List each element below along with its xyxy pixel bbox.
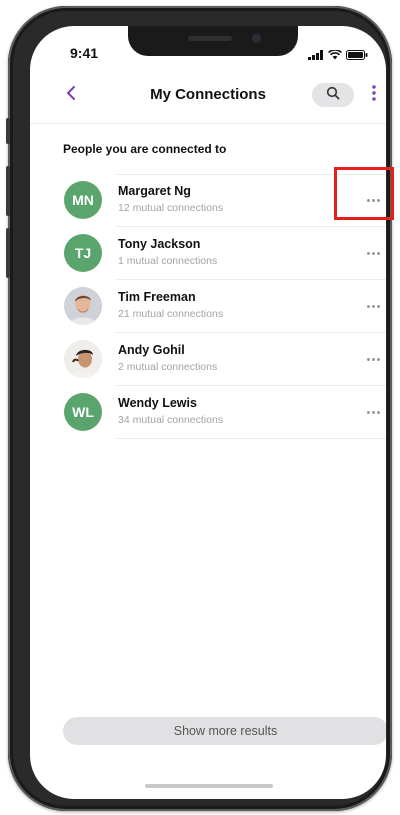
avatar: WL <box>64 393 102 431</box>
more-horizontal-icon <box>366 304 380 308</box>
connection-name: Wendy Lewis <box>118 396 197 410</box>
connection-row[interactable]: TJ Tony Jackson 1 mutual connections <box>30 227 386 280</box>
show-more-results-button[interactable]: Show more results <box>63 717 386 745</box>
status-time: 9:41 <box>70 45 99 61</box>
connection-name: Andy Gohil <box>118 343 185 357</box>
signal-icon <box>308 47 324 65</box>
more-horizontal-icon <box>366 357 380 361</box>
volume-down-button <box>6 228 10 278</box>
status-icons <box>308 47 368 65</box>
section-heading: People you are connected to <box>63 142 227 156</box>
nav-bar: My Connections <box>30 76 386 116</box>
wifi-icon <box>328 47 342 65</box>
mutual-connections-count: 34 mutual connections <box>118 414 224 426</box>
speaker <box>188 36 232 41</box>
highlight-annotation-box <box>334 167 394 220</box>
connection-more-button[interactable] <box>356 241 386 265</box>
avatar: TJ <box>64 234 102 272</box>
avatar: MN <box>64 181 102 219</box>
avatar-photo <box>64 340 102 378</box>
header-divider <box>30 123 386 124</box>
person-photo-icon <box>64 340 102 378</box>
connection-row[interactable]: MN Margaret Ng 12 mutual connections <box>30 174 386 227</box>
more-horizontal-icon <box>366 251 380 255</box>
search-icon <box>326 86 340 105</box>
connection-row[interactable]: WL Wendy Lewis 34 mutual connections <box>30 386 386 439</box>
more-vertical-icon <box>372 84 376 106</box>
home-indicator <box>145 784 273 788</box>
device-stage: 9:41 My Connections People you are conne… <box>0 0 400 815</box>
avatar-initials: MN <box>72 192 94 208</box>
person-photo-icon <box>64 287 102 325</box>
mutual-connections-count: 21 mutual connections <box>118 308 224 320</box>
notch <box>128 26 298 56</box>
connection-more-button[interactable] <box>356 294 386 318</box>
avatar-initials: TJ <box>74 245 92 261</box>
mutual-connections-count: 2 mutual connections <box>118 361 218 373</box>
volume-up-button <box>6 166 10 216</box>
connection-name: Tony Jackson <box>118 237 201 251</box>
avatar-photo <box>64 287 102 325</box>
mutual-connections-count: 12 mutual connections <box>118 202 224 214</box>
battery-icon <box>346 47 368 65</box>
search-button[interactable] <box>312 83 354 107</box>
connection-row[interactable]: Andy Gohil 2 mutual connections <box>30 333 386 386</box>
connection-more-button[interactable] <box>356 400 386 424</box>
overflow-menu-button[interactable] <box>366 83 382 107</box>
more-horizontal-icon <box>366 410 380 414</box>
connection-row[interactable]: Tim Freeman 21 mutual connections <box>30 280 386 333</box>
connection-more-button[interactable] <box>356 347 386 371</box>
phone-screen: 9:41 My Connections People you are conne… <box>30 26 386 799</box>
connection-name: Margaret Ng <box>118 184 191 198</box>
row-divider <box>116 438 386 439</box>
phone-frame: 9:41 My Connections People you are conne… <box>6 6 392 811</box>
connections-list: MN Margaret Ng 12 mutual connections TJ … <box>30 174 386 439</box>
connection-name: Tim Freeman <box>118 290 196 304</box>
mutual-connections-count: 1 mutual connections <box>118 255 218 267</box>
front-camera <box>252 34 261 43</box>
avatar-initials: WL <box>72 404 94 420</box>
mute-switch <box>6 118 10 144</box>
